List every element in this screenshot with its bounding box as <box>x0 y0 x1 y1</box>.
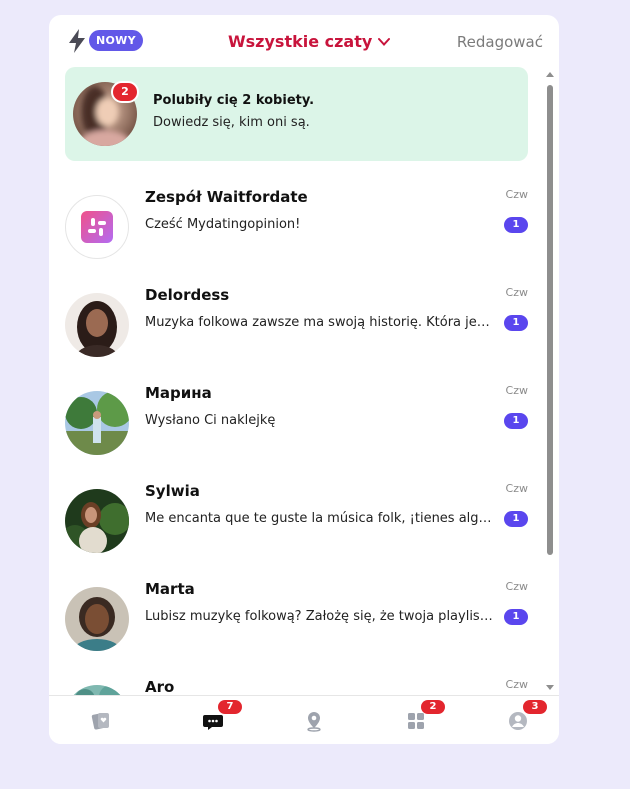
tab-profile[interactable]: 3 <box>487 696 547 744</box>
tab-apps[interactable]: 2 <box>385 696 445 744</box>
avatar <box>65 685 129 695</box>
chat-list[interactable]: 2 Polubiły cię 2 kobiety. Dowiedz się, k… <box>49 67 559 695</box>
tab-badge: 7 <box>218 700 242 714</box>
unread-badge: 1 <box>504 609 528 625</box>
tab-badge: 2 <box>421 700 445 714</box>
tab-cards[interactable] <box>70 696 130 744</box>
unread-badge: 1 <box>504 315 528 331</box>
chat-name: Aro <box>145 678 175 695</box>
chat-item-aro[interactable]: Aro Czw <box>49 666 549 695</box>
chat-name: Zespół Waitfordate <box>145 188 308 206</box>
chat-preview: Lubisz muzykę folkową? Założę się, że tw… <box>145 609 495 624</box>
avatar <box>65 489 129 553</box>
app-logo-icon <box>81 211 113 243</box>
avatar <box>65 587 129 651</box>
tab-chats[interactable]: 7 <box>182 696 242 744</box>
grid-icon <box>408 713 424 729</box>
scroll-up-arrow-icon[interactable] <box>546 71 554 79</box>
chat-time: Czw <box>505 188 528 201</box>
tab-badge: 3 <box>523 700 547 714</box>
chat-filter-label: Wszystkie czaty <box>228 32 373 51</box>
chat-preview: Wysłano Ci naklejkę <box>145 413 276 428</box>
chat-time: Czw <box>505 580 528 593</box>
promo-title: Polubiły cię 2 kobiety. <box>153 93 315 108</box>
edit-button[interactable]: Redagować <box>457 30 543 54</box>
chat-time: Czw <box>505 482 528 495</box>
cards-icon <box>91 713 109 730</box>
chat-panel: NOWY Wszystkie czaty Redagować 2 Polubił… <box>49 15 559 744</box>
bottom-tab-bar: 7 2 3 <box>49 695 559 744</box>
chat-item-zespol-waitfordate[interactable]: Zespół Waitfordate Cześć Mydatingopinion… <box>49 176 549 274</box>
map-pin-icon <box>307 712 321 732</box>
likes-count-badge: 2 <box>111 81 139 103</box>
avatar <box>65 293 129 357</box>
avatar <box>65 391 129 455</box>
chat-item-marina[interactable]: Марина Wysłano Ci naklejkę Czw 1 <box>49 372 549 470</box>
profile-icon <box>509 712 527 730</box>
scroll-down-arrow-icon[interactable] <box>546 683 554 691</box>
scrollbar-thumb[interactable] <box>547 85 553 555</box>
unread-badge: 1 <box>504 511 528 527</box>
chat-time: Czw <box>505 678 528 691</box>
scrollbar[interactable] <box>545 67 555 695</box>
unread-badge: 1 <box>504 413 528 429</box>
chat-icon <box>203 715 223 730</box>
avatar <box>65 195 129 259</box>
chat-preview: Cześć Mydatingopinion! <box>145 217 301 232</box>
new-badge[interactable]: NOWY <box>89 30 143 51</box>
chat-name: Sylwia <box>145 482 200 500</box>
unread-badge: 1 <box>504 217 528 233</box>
likes-promo-banner[interactable]: 2 Polubiły cię 2 kobiety. Dowiedz się, k… <box>65 67 528 161</box>
chat-name: Marta <box>145 580 195 598</box>
chat-time: Czw <box>505 384 528 397</box>
promo-subtitle: Dowiedz się, kim oni są. <box>153 115 310 130</box>
chat-item-marta[interactable]: Marta Lubisz muzykę folkową? Założę się,… <box>49 568 549 666</box>
tab-nearby[interactable] <box>283 696 343 744</box>
chat-time: Czw <box>505 286 528 299</box>
chat-item-delordess[interactable]: Delordess Muzyka folkowa zawsze ma swoją… <box>49 274 549 372</box>
chat-header: NOWY Wszystkie czaty Redagować <box>49 15 559 67</box>
bolt-icon[interactable] <box>67 29 87 53</box>
chat-filter-dropdown[interactable]: Wszystkie czaty <box>228 30 391 54</box>
chat-name: Delordess <box>145 286 230 304</box>
chat-preview: Muzyka folkowa zawsze ma swoją historię.… <box>145 315 495 330</box>
chevron-down-icon <box>378 38 391 46</box>
chat-preview: Me encanta que te guste la música folk, … <box>145 511 495 526</box>
chat-item-sylwia[interactable]: Sylwia Me encanta que te guste la música… <box>49 470 549 568</box>
chat-name: Марина <box>145 384 212 402</box>
